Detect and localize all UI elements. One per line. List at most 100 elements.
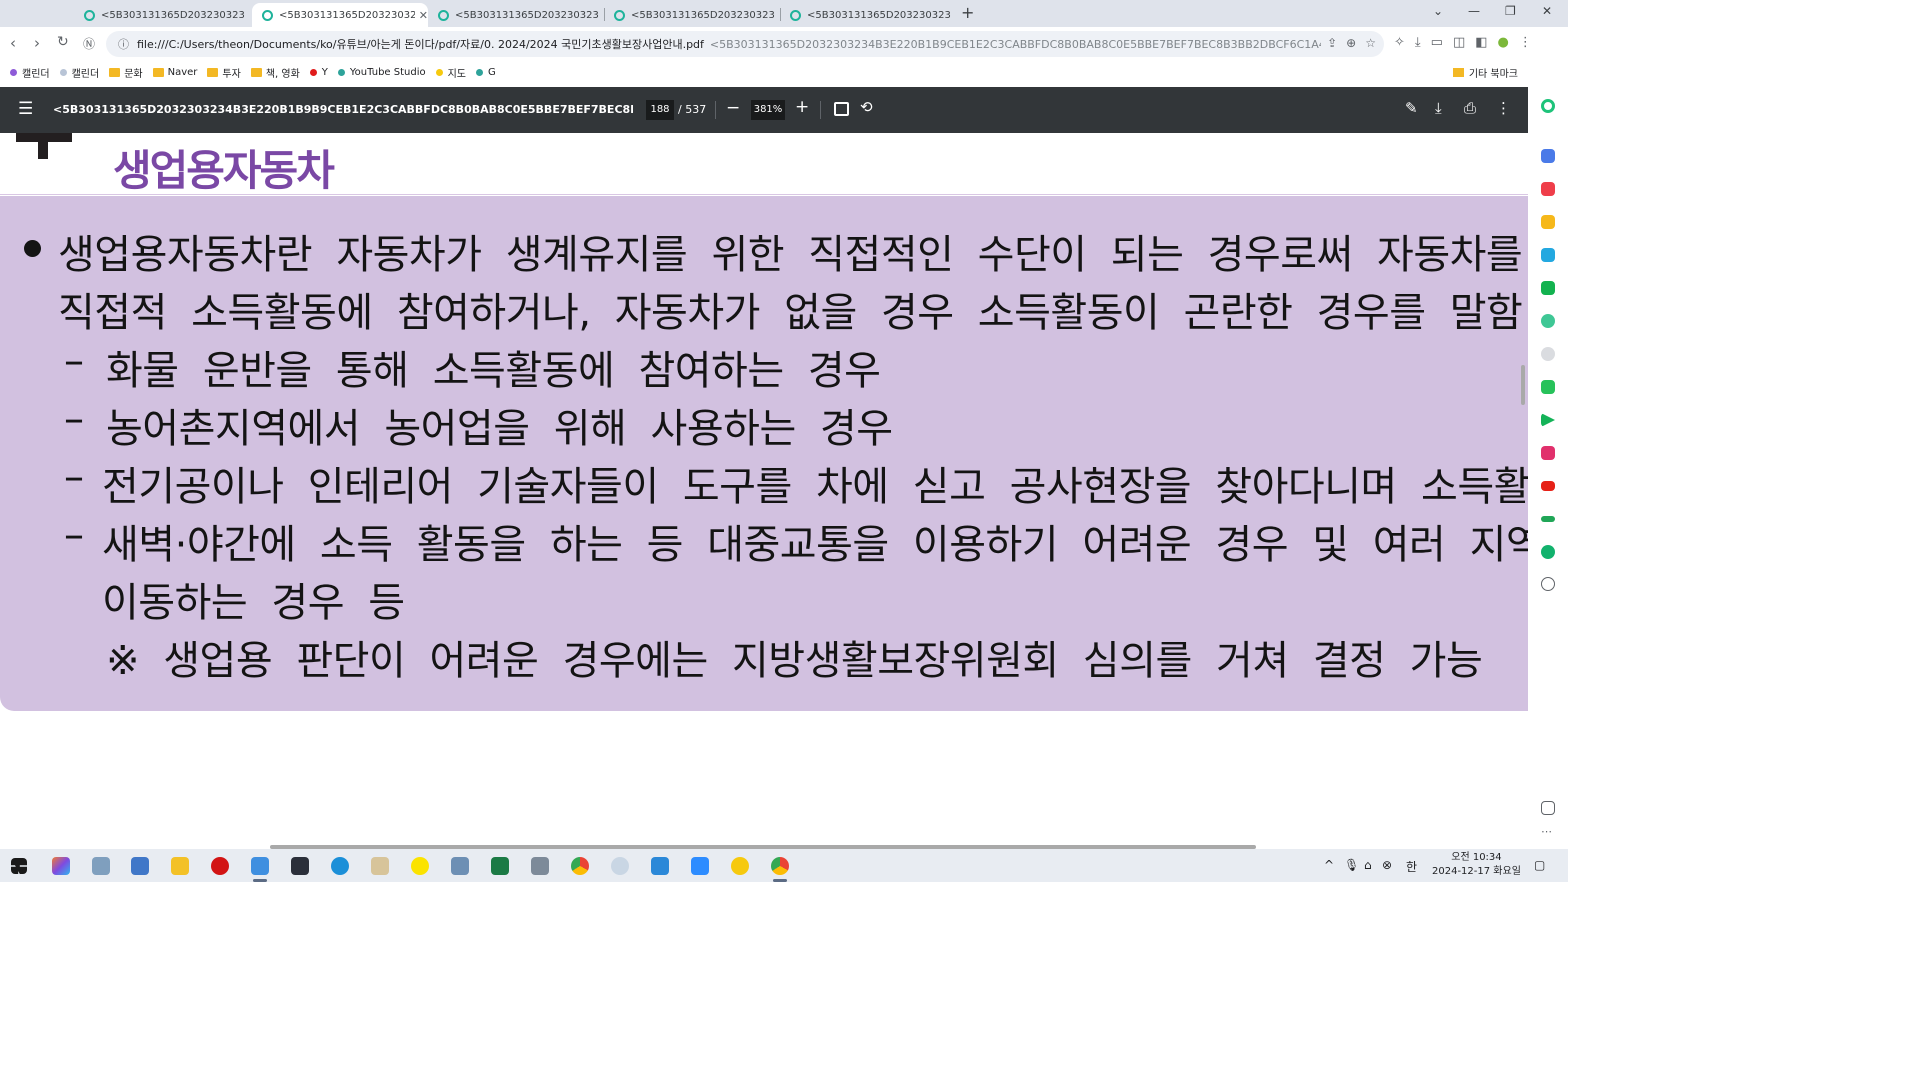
copilot-icon[interactable] bbox=[52, 857, 70, 875]
play-icon[interactable] bbox=[1541, 413, 1555, 427]
bookmark-item[interactable]: 지도 bbox=[435, 65, 466, 80]
excel-icon[interactable] bbox=[491, 857, 509, 875]
stock-icon[interactable] bbox=[1541, 516, 1555, 522]
calculator-icon[interactable] bbox=[531, 857, 549, 875]
more-options-icon[interactable]: ⋮ bbox=[1496, 99, 1511, 117]
zoom-icon[interactable]: ⊕ bbox=[1346, 36, 1356, 50]
assistant-icon[interactable] bbox=[1541, 99, 1555, 113]
bookmark-label: 책, 영화 bbox=[265, 68, 300, 80]
bookmark-item[interactable]: Y bbox=[309, 67, 328, 78]
browser-tab[interactable]: <5B303131365D2032303234B bbox=[74, 3, 252, 27]
zoom-in-button[interactable]: + bbox=[795, 97, 809, 117]
file-explorer-icon[interactable] bbox=[171, 857, 189, 875]
record-icon[interactable] bbox=[211, 857, 229, 875]
sheet-icon[interactable] bbox=[1541, 281, 1555, 295]
ime-indicator[interactable]: 한 bbox=[1406, 858, 1417, 875]
download-icon[interactable]: ⤓ bbox=[1435, 99, 1442, 117]
app-icon[interactable] bbox=[131, 857, 149, 875]
reload-icon[interactable]: ↻ bbox=[57, 34, 69, 50]
pocket-icon[interactable] bbox=[1541, 182, 1555, 196]
screenshot-icon[interactable]: ◫ bbox=[1453, 35, 1465, 50]
app-icon[interactable] bbox=[651, 857, 669, 875]
bag-icon[interactable] bbox=[1541, 545, 1555, 559]
vertical-scrollbar[interactable] bbox=[1521, 365, 1525, 405]
bookmark-item[interactable]: YouTube Studio bbox=[337, 67, 426, 78]
bookmark-item[interactable]: 캘린더 bbox=[59, 65, 99, 80]
start-icon[interactable] bbox=[11, 858, 27, 874]
star-app-icon[interactable] bbox=[1541, 215, 1555, 229]
chrome-icon[interactable] bbox=[571, 857, 589, 875]
app-icon[interactable] bbox=[611, 857, 629, 875]
youtube-icon bbox=[309, 68, 317, 76]
annotate-pen-icon[interactable]: ✎ bbox=[1405, 99, 1418, 117]
browser-tab-active[interactable]: <5B303131365D2032303234B ✕ bbox=[252, 3, 428, 27]
toolbar-icons: ✧ ⤓ ▭ ◫ ◧ ● ⋮ bbox=[1394, 35, 1532, 50]
avatar-icon[interactable] bbox=[1541, 347, 1555, 361]
zoom-level-input[interactable]: 381% bbox=[751, 100, 785, 120]
app-icon[interactable] bbox=[92, 857, 110, 875]
download-icon[interactable]: ⤓ bbox=[1415, 35, 1421, 50]
browser-tab[interactable]: <5B303131365D2032303234B bbox=[780, 3, 954, 27]
open-external-icon[interactable] bbox=[1541, 801, 1555, 815]
extensions-icon[interactable]: ✧ bbox=[1394, 35, 1405, 50]
instagram-icon[interactable] bbox=[1541, 446, 1555, 460]
more-icon[interactable]: ⋯ bbox=[1541, 825, 1552, 838]
notification-icon[interactable]: ▢ bbox=[1534, 858, 1545, 872]
close-tab-icon[interactable]: ✕ bbox=[419, 9, 428, 22]
bookmark-star-icon[interactable]: ☆ bbox=[1365, 36, 1376, 50]
youtube-icon[interactable] bbox=[1541, 481, 1555, 491]
print-icon[interactable]: ⎙ bbox=[1464, 99, 1476, 117]
sub-item: 화물 운반을 통해 소득활동에 참여하는 경우 bbox=[106, 348, 881, 394]
zoom-icon[interactable] bbox=[691, 857, 709, 875]
new-tab-button[interactable]: + bbox=[961, 3, 974, 22]
bookmark-item[interactable]: 캘린더 bbox=[10, 65, 50, 80]
naver-icon[interactable]: Ⓝ bbox=[83, 35, 95, 52]
app-icon[interactable] bbox=[1541, 149, 1555, 163]
bookmark-folder[interactable]: 투자 bbox=[207, 65, 241, 80]
music-icon[interactable] bbox=[1541, 314, 1555, 328]
app-icon[interactable] bbox=[451, 857, 469, 875]
browser-tab[interactable]: <5B303131365D2032303234B bbox=[604, 3, 780, 27]
more-menu-icon[interactable]: ⋮ bbox=[1519, 35, 1532, 50]
chrome-icon[interactable] bbox=[771, 857, 789, 875]
cast-icon[interactable]: ▭ bbox=[1431, 35, 1443, 50]
microphone-icon[interactable]: 🎙 bbox=[1344, 858, 1359, 872]
bookmark-folder[interactable]: 책, 영화 bbox=[250, 65, 300, 80]
back-icon[interactable]: ‹ bbox=[10, 34, 16, 52]
webtoon-icon[interactable] bbox=[1541, 380, 1555, 394]
restore-button[interactable]: ❐ bbox=[1505, 4, 1516, 18]
tab-search-icon[interactable]: ⌄ bbox=[1433, 4, 1443, 18]
address-bar[interactable]: ⓘ file:///C:/Users/theon/Documents/ko/유튜… bbox=[106, 31, 1384, 57]
clock[interactable]: 오전 10:34 2024-12-17 화요일 bbox=[1432, 851, 1521, 879]
edge-icon[interactable] bbox=[331, 857, 349, 875]
side-panel-icon[interactable]: ◧ bbox=[1475, 35, 1487, 50]
player-icon[interactable] bbox=[731, 857, 749, 875]
fit-to-page-icon[interactable] bbox=[834, 102, 849, 116]
menu-icon[interactable]: ☰ bbox=[18, 99, 33, 119]
app-icon[interactable] bbox=[371, 857, 389, 875]
file-info-icon[interactable]: ⓘ bbox=[118, 36, 129, 52]
profile-avatar-icon[interactable]: ● bbox=[1498, 35, 1509, 50]
bookmark-label: 기타 북마크 bbox=[1468, 69, 1518, 80]
minimize-button[interactable]: — bbox=[1468, 4, 1480, 18]
add-icon[interactable] bbox=[1541, 577, 1555, 591]
edge-icon[interactable] bbox=[1541, 248, 1555, 262]
bookmark-folder[interactable]: 문화 bbox=[109, 65, 143, 80]
dash-marker: – bbox=[64, 454, 84, 500]
tray-overflow-icon[interactable]: ^ bbox=[1324, 858, 1334, 872]
share-icon[interactable]: ⇪ bbox=[1327, 36, 1337, 50]
app-icon[interactable] bbox=[251, 857, 269, 875]
forward-icon[interactable]: › bbox=[34, 34, 40, 52]
davinci-icon[interactable] bbox=[291, 857, 309, 875]
bookmark-folder[interactable]: Naver bbox=[152, 67, 197, 78]
browser-tab[interactable]: <5B303131365D2032303234B bbox=[428, 3, 604, 27]
kakaotalk-icon[interactable] bbox=[411, 857, 429, 875]
page-number-input[interactable]: 188 bbox=[646, 100, 674, 120]
network-icon[interactable]: ⌂ bbox=[1364, 858, 1372, 872]
close-window-button[interactable]: ✕ bbox=[1542, 4, 1552, 18]
volume-muted-icon[interactable]: ⊗ bbox=[1382, 858, 1392, 872]
other-bookmarks[interactable]: 기타 북마크 bbox=[1452, 65, 1518, 80]
bookmark-item[interactable]: G bbox=[476, 67, 496, 78]
zoom-out-button[interactable]: − bbox=[726, 98, 740, 118]
rotate-icon[interactable]: ⟲ bbox=[860, 98, 873, 116]
